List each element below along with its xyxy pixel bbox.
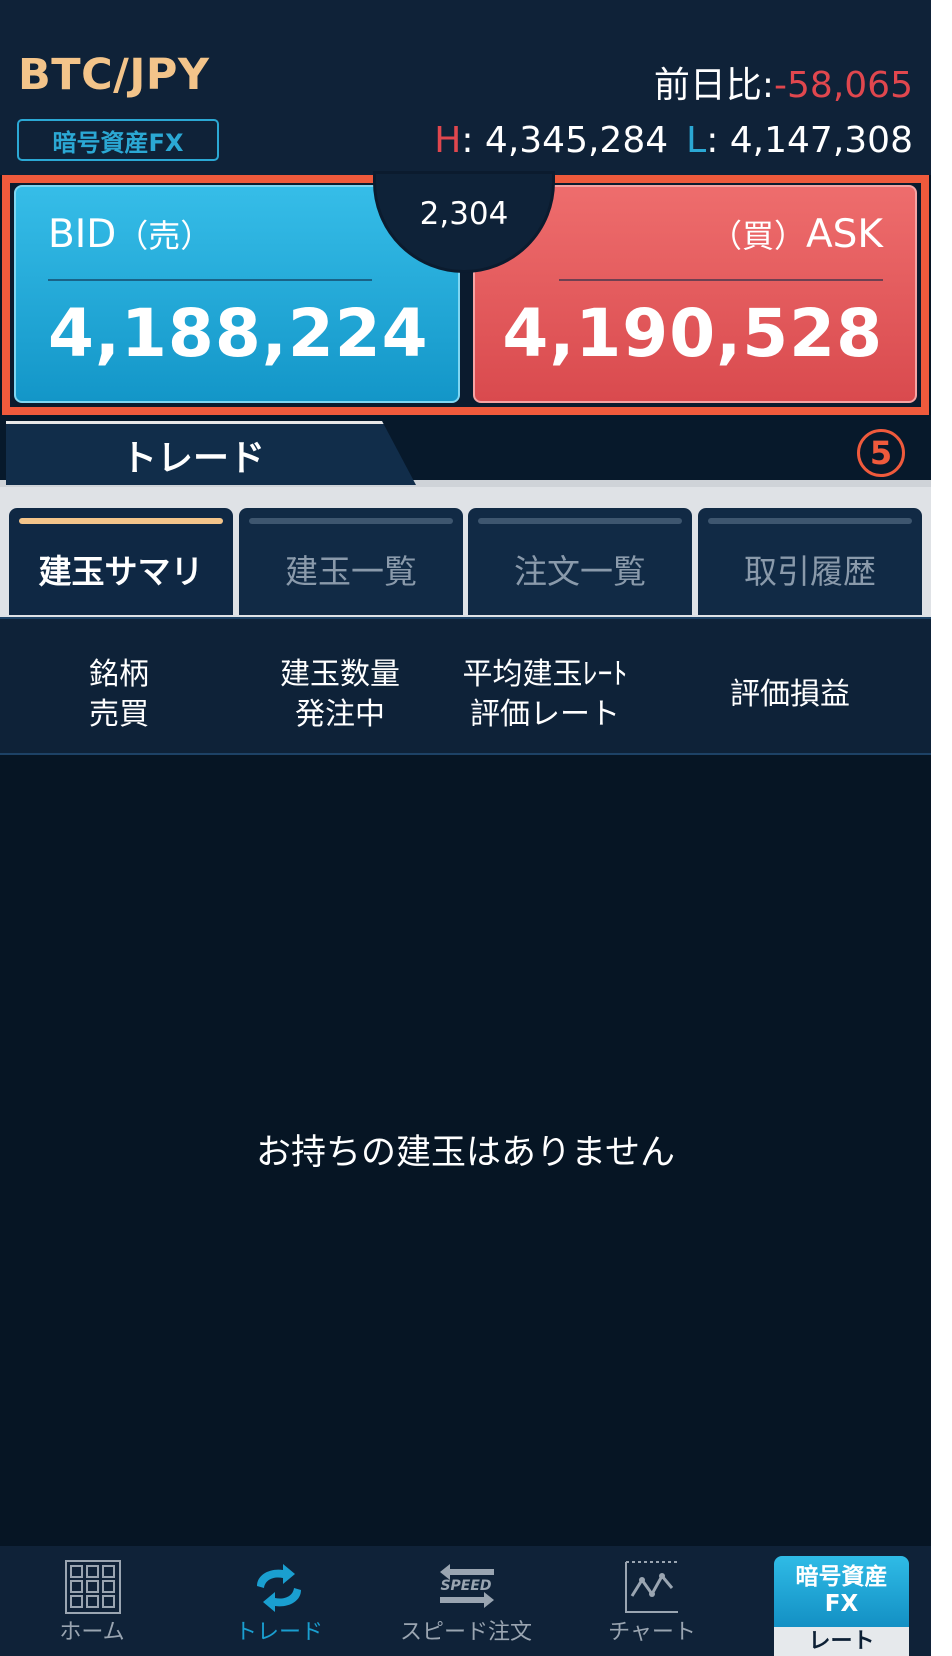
column-header-line: 評価レート [470, 697, 620, 732]
tab-position-list[interactable]: 建玉一覧 [239, 508, 463, 615]
tab-indicator [708, 518, 912, 524]
low-label: L [686, 120, 707, 161]
bid-price: 4,188,224 [48, 295, 429, 372]
high-label: H [434, 120, 462, 161]
empty-state-message: お持ちの建玉はありません [256, 1133, 675, 1173]
tab-trade-history[interactable]: 取引履歴 [698, 508, 922, 615]
ask-label-text: ASK [805, 212, 883, 257]
grid-icon [65, 1560, 121, 1614]
column-header-line: 平均建玉ﾚｰﾄ [462, 657, 628, 692]
crypto-fx-line1: 暗号資産 [795, 1564, 888, 1590]
tab-trade[interactable]: トレード [6, 421, 416, 485]
crypto-fx-label: 暗号資産 FX [774, 1556, 909, 1627]
table-header: 銘柄 売買 建玉数量 発注中 平均建玉ﾚｰﾄ 評価レート 評価損益 [0, 617, 931, 755]
column-header-line: 銘柄 [89, 657, 149, 692]
bid-divider [48, 279, 372, 281]
nav-chart-label: チャート [608, 1620, 696, 1645]
crypto-fx-line2: FX [824, 1591, 859, 1617]
tab-position-summary[interactable]: 建玉サマリ [9, 508, 233, 615]
ask-label: （買）ASK [710, 211, 883, 257]
nav-trade-label: トレード [234, 1620, 323, 1645]
tab-label: 取引履歴 [744, 551, 876, 591]
ask-price: 4,190,528 [502, 295, 883, 372]
column-header-pnl: 評価損益 [730, 677, 850, 712]
column-header-line: 発注中 [295, 697, 385, 732]
step-number-badge: 5 [857, 429, 905, 477]
tab-order-list[interactable]: 注文一覧 [468, 508, 692, 615]
bid-label-text: BID [48, 212, 117, 257]
app-root: BTC/JPY 暗号資産FX 前日比:-58,065 H: 4,345,284 L… [0, 0, 931, 1656]
tab-indicator [19, 518, 223, 524]
tab-label: 建玉サマリ [38, 551, 204, 591]
speed-icon-text: SPEED [440, 1578, 492, 1594]
tab-label: 建玉一覧 [285, 551, 417, 591]
column-header-line: 売買 [89, 697, 149, 732]
crypto-rate-label: レート [774, 1627, 909, 1656]
currency-pair: BTC/JPY [18, 50, 210, 100]
tab-indicator [478, 518, 682, 524]
bid-label: BID（売） [48, 211, 212, 257]
column-header-line: 建玉数量 [280, 657, 400, 692]
price-board: BID（売） 4,188,224 （買）ASK 4,190,528 2,304 [10, 171, 921, 407]
ask-label-sub: （買） [709, 217, 806, 255]
asset-type-badge: 暗号資産FX [17, 119, 219, 161]
price-board-highlight: BID（売） 4,188,224 （買）ASK 4,190,528 2,304 [2, 171, 929, 415]
bid-label-sub: （売） [116, 217, 213, 255]
refresh-arrows-icon [257, 1564, 301, 1612]
low-value: : 4,147,308 [706, 120, 913, 161]
high-low: H: 4,345,284 L: 4,147,308 [434, 120, 913, 161]
column-header-quantity: 建玉数量 発注中 [255, 655, 425, 735]
header: BTC/JPY 暗号資産FX 前日比:-58,065 H: 4,345,284 L… [0, 0, 931, 175]
nav-speed-order-label: スピード注文 [399, 1620, 532, 1645]
column-header-rate: 平均建玉ﾚｰﾄ 評価レート [445, 655, 645, 735]
ask-divider [559, 279, 883, 281]
high-value: : 4,345,284 [461, 120, 669, 161]
tab-label: 注文一覧 [514, 551, 646, 591]
crypto-fx-rate-button[interactable]: 暗号資産 FX レート [774, 1556, 909, 1656]
chart-icon [625, 1561, 678, 1613]
nav-home-label: ホーム [59, 1620, 125, 1645]
tab-indicator [249, 518, 453, 524]
daily-change-value: -58,065 [774, 65, 913, 106]
daily-change-label: 前日比: [653, 65, 775, 106]
daily-change: 前日比:-58,065 [654, 56, 913, 108]
column-header-symbol-side: 銘柄 売買 [44, 655, 194, 735]
